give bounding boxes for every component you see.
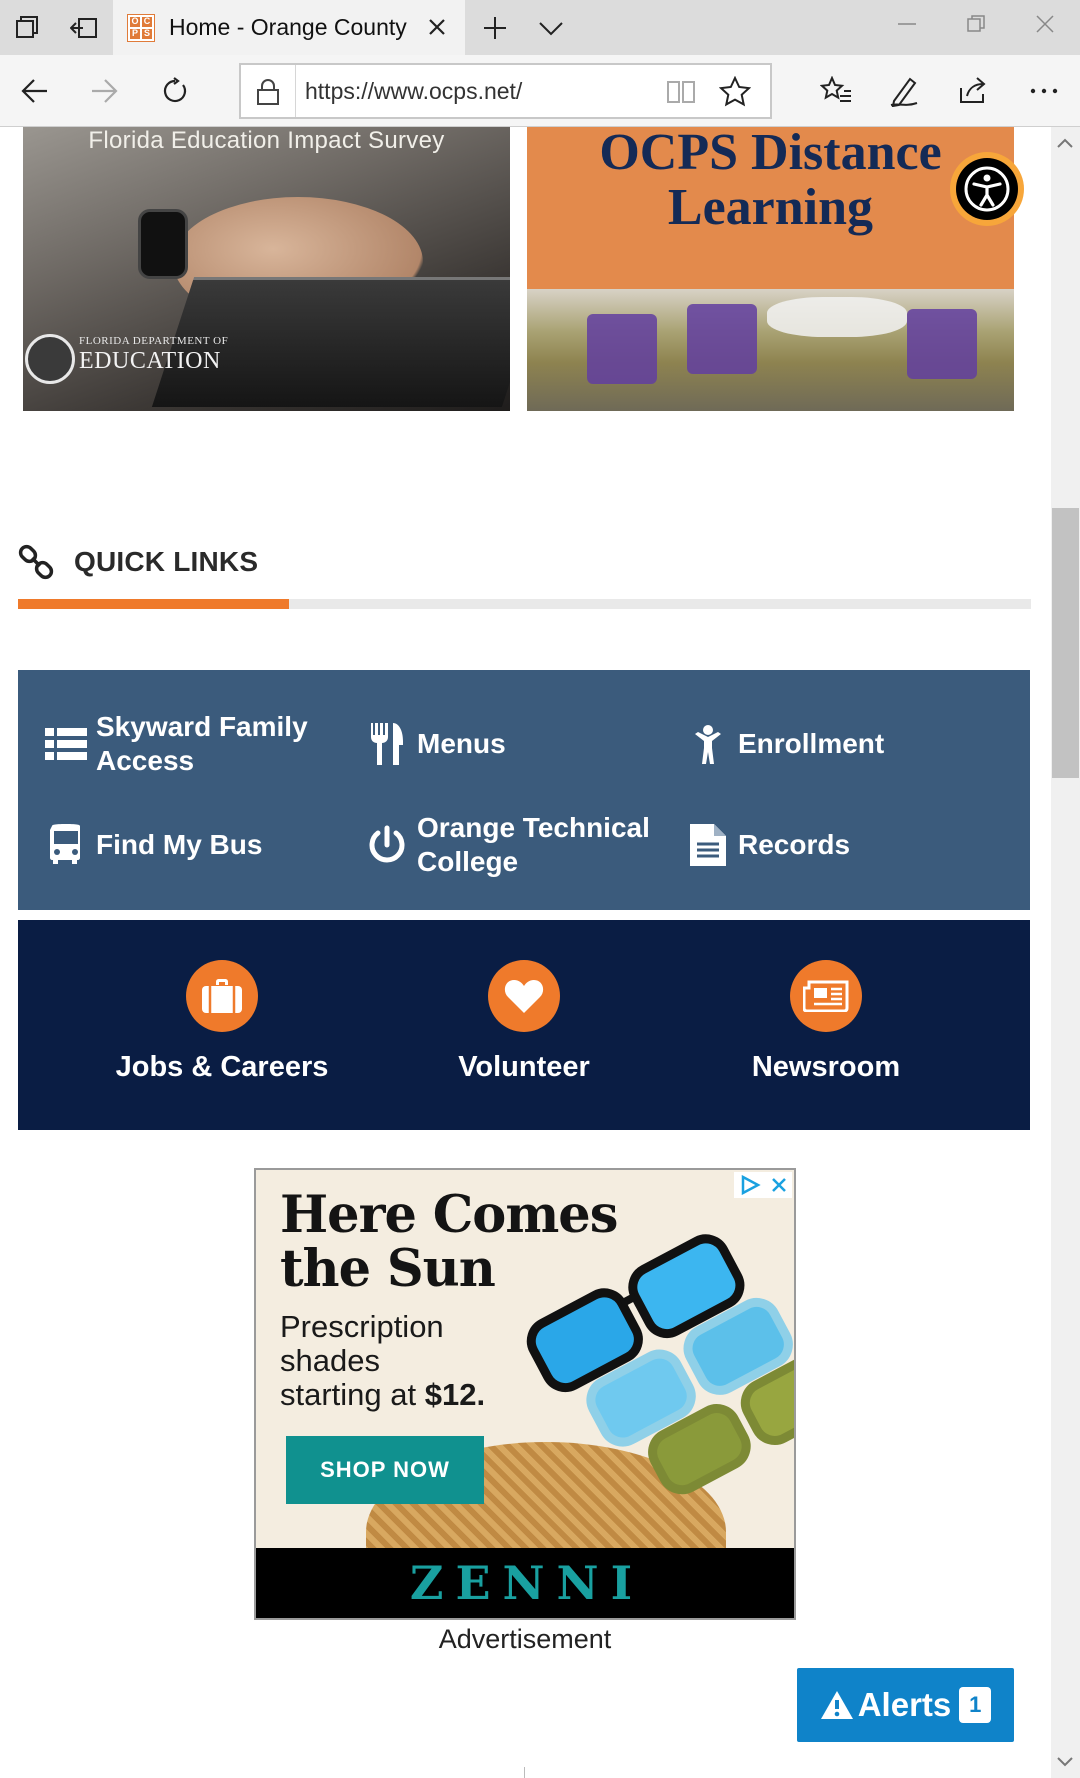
florida-seal-icon <box>25 334 75 384</box>
advertisement-banner[interactable]: Here Comes the Sun Prescription shades s… <box>254 1168 796 1620</box>
back-button[interactable] <box>9 65 61 117</box>
browser-tab-bar: OC PS Home - Orange County <box>0 0 1080 55</box>
star-icon[interactable] <box>719 76 751 108</box>
share-button[interactable] <box>947 65 999 117</box>
accessibility-icon <box>964 166 1010 212</box>
set-tabs-aside-button[interactable] <box>56 0 112 55</box>
link-chain-icon <box>18 544 54 580</box>
scrollbar-thumb[interactable] <box>1052 508 1079 778</box>
close-tab-icon[interactable] <box>423 13 451 41</box>
distance-learning-banner[interactable]: OCPS Distance Learning <box>527 127 1014 411</box>
fdoe-logo: FLORIDA DEPARTMENT OF EDUCATION <box>23 332 238 387</box>
url-text[interactable]: https://www.ocps.net/ <box>305 78 522 105</box>
forward-button[interactable] <box>78 65 130 117</box>
ad-headline: Here Comes the Sun <box>280 1185 618 1299</box>
accessibility-button[interactable] <box>950 152 1024 226</box>
newspaper-icon <box>803 980 849 1012</box>
smartwatch-image <box>138 209 188 279</box>
quick-link-records[interactable]: Records <box>686 811 978 879</box>
address-separator <box>295 65 296 117</box>
alerts-button[interactable]: Alerts 1 <box>797 1668 1014 1742</box>
heart-icon <box>504 980 544 1013</box>
refresh-icon <box>163 77 187 103</box>
page-scrollbar[interactable] <box>1051 127 1080 1778</box>
utensils-icon <box>371 723 403 765</box>
bus-icon <box>50 824 80 864</box>
advertisement-label: Advertisement <box>438 1624 612 1654</box>
quick-links-panel: Skyward Family Access Menus Enrollment F… <box>18 670 1030 910</box>
tab-preview-button[interactable] <box>523 0 579 55</box>
quick-link-menus[interactable]: Menus <box>365 710 657 778</box>
quick-links-header: QUICK LINKS <box>18 542 258 582</box>
favorites-button[interactable] <box>810 65 862 117</box>
share-icon <box>960 77 986 103</box>
tab-actions-button[interactable] <box>0 0 56 55</box>
chevron-down-icon <box>539 21 563 35</box>
impact-survey-banner[interactable]: Florida Education Impact Survey FLORIDA … <box>23 127 510 411</box>
web-page: Florida Education Impact Survey FLORIDA … <box>0 127 1051 1778</box>
tab-actions-icon <box>16 15 38 38</box>
zenni-logo: ZENNI <box>409 1556 645 1610</box>
scroll-up-icon[interactable] <box>1055 133 1075 153</box>
quick-link-enrollment[interactable]: Enrollment <box>686 710 978 778</box>
quick-link-skyward[interactable]: Skyward Family Access <box>44 710 336 778</box>
warning-icon <box>820 1691 853 1719</box>
scroll-down-icon[interactable] <box>1055 1752 1075 1772</box>
quick-link-find-my-bus[interactable]: Find My Bus <box>44 811 336 879</box>
reading-view-icon[interactable] <box>666 78 696 106</box>
shop-now-button[interactable]: SHOP NOW <box>286 1436 484 1504</box>
browser-nav-bar: https://www.ocps.net/ <box>0 55 1080 127</box>
ad-close-icon[interactable] <box>770 1176 788 1194</box>
quick-link-orange-technical-college[interactable]: Orange Technical College <box>365 811 657 879</box>
list-icon <box>45 728 87 760</box>
restore-button[interactable] <box>941 0 1011 48</box>
newsroom-link[interactable]: Newsroom <box>696 920 956 1130</box>
restore-icon <box>967 15 985 32</box>
close-window-button[interactable] <box>1010 0 1080 48</box>
ad-body: Prescription shades starting at $12. <box>280 1309 486 1412</box>
web-note-button[interactable] <box>878 65 930 117</box>
pen-icon <box>890 77 918 107</box>
more-button[interactable] <box>1018 65 1070 117</box>
minimize-button[interactable] <box>872 0 942 48</box>
more-dots-icon <box>1030 88 1058 94</box>
set-tabs-aside-icon <box>70 17 97 38</box>
child-icon <box>695 725 721 764</box>
address-bar[interactable]: https://www.ocps.net/ <box>239 63 772 119</box>
arrow-right-icon <box>92 79 118 103</box>
briefcase-icon <box>202 979 242 1013</box>
ad-brand-footer: ZENNI <box>256 1548 794 1618</box>
quick-links-title: QUICK LINKS <box>74 546 259 577</box>
distance-learning-title: OCPS Distance Learning <box>599 127 942 236</box>
power-icon <box>369 825 405 863</box>
tab-title: Home - Orange County <box>169 14 407 40</box>
jobs-careers-link[interactable]: Jobs & Careers <box>92 920 352 1130</box>
active-tab[interactable]: OC PS Home - Orange County <box>113 0 465 55</box>
ad-choices-icon[interactable] <box>739 1175 761 1195</box>
banner-caption: Florida Education Impact Survey <box>88 127 445 154</box>
new-tab-button[interactable] <box>467 0 523 55</box>
document-icon <box>690 824 726 866</box>
classroom-image <box>527 289 1014 411</box>
quick-links-divider <box>18 599 1031 609</box>
volunteer-link[interactable]: Volunteer <box>394 920 654 1130</box>
refresh-button[interactable] <box>149 65 201 117</box>
ad-choices[interactable] <box>734 1172 792 1198</box>
quick-links-divider-accent <box>18 599 289 609</box>
cta-panel: Jobs & Careers Volunteer Newsroom <box>18 920 1030 1130</box>
arrow-left-icon <box>21 79 47 103</box>
favorites-list-icon <box>820 76 851 102</box>
minimize-icon <box>898 23 916 25</box>
alerts-count-badge: 1 <box>959 1687 992 1723</box>
plus-icon <box>484 16 506 39</box>
close-window-icon <box>1036 15 1054 33</box>
lock-icon <box>257 79 279 105</box>
ocps-favicon: OC PS <box>127 13 155 42</box>
page-divider-tick <box>524 1767 525 1778</box>
